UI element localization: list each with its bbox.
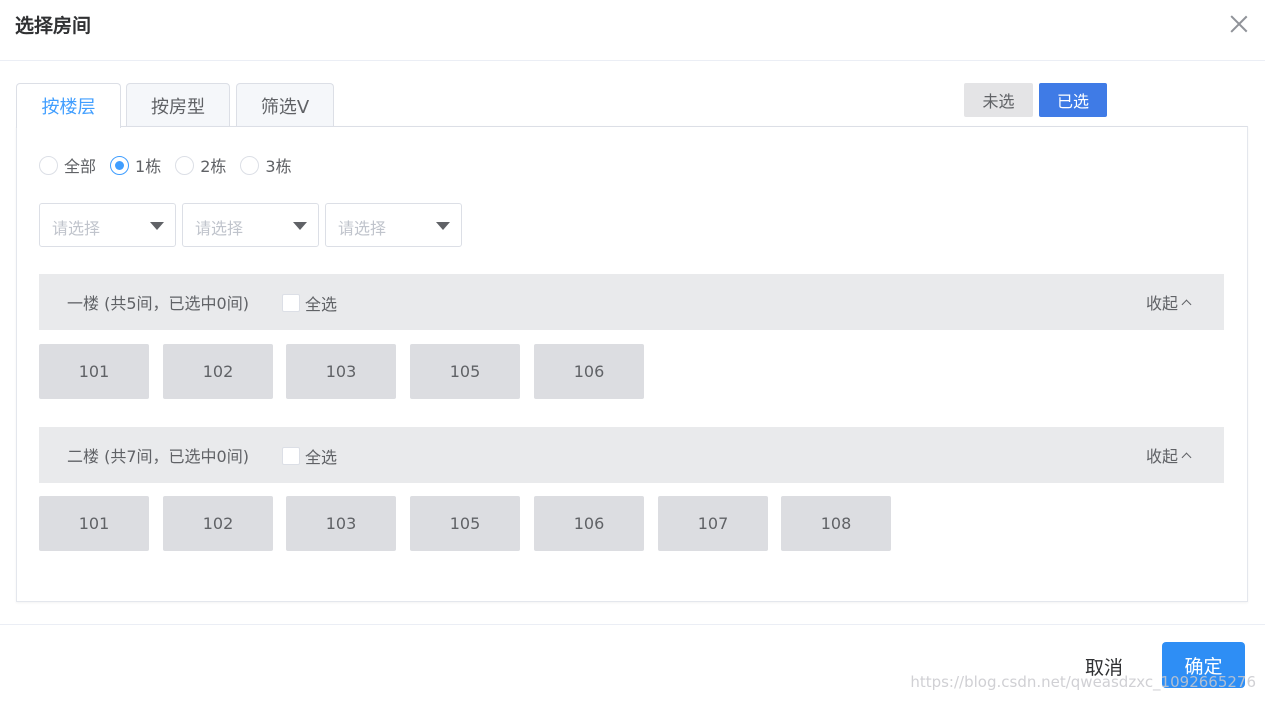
- radio-circle: [39, 155, 58, 175]
- room-button[interactable]: 107: [658, 496, 768, 551]
- select-dropdown-2[interactable]: 请选择: [182, 203, 319, 247]
- radio-label: 全部: [64, 157, 97, 176]
- tab-by-floor[interactable]: 按楼层: [16, 83, 121, 128]
- select-all-label: 全选: [305, 295, 338, 314]
- select-dropdown-3[interactable]: 请选择: [325, 203, 462, 247]
- room-button[interactable]: 105: [410, 496, 520, 551]
- collapse-toggle[interactable]: 收起: [1145, 290, 1192, 314]
- select-all-checkbox[interactable]: 全选: [282, 444, 337, 468]
- select-all-label: 全选: [305, 448, 338, 467]
- radio-building-2[interactable]: 2栋: [175, 153, 226, 177]
- select-placeholder: 请选择: [338, 219, 387, 238]
- radio-building-3[interactable]: 3栋: [240, 153, 292, 177]
- radio-label: 3栋: [265, 157, 292, 176]
- dialog-title: 选择房间: [15, 15, 92, 37]
- select-placeholder: 请选择: [195, 219, 244, 238]
- floor-header-1: 一楼 (共5间，已选中0间) 全选 收起: [39, 274, 1224, 330]
- checkbox-box: [282, 294, 300, 312]
- radio-circle-checked: [110, 155, 130, 175]
- room-button[interactable]: 108: [781, 496, 891, 551]
- room-button[interactable]: 103: [286, 496, 396, 551]
- radio-label: 2栋: [200, 157, 227, 176]
- dialog-header: 选择房间: [0, 0, 1265, 61]
- collapse-label: 收起: [1145, 294, 1178, 313]
- select-dropdown-1[interactable]: 请选择: [39, 203, 176, 247]
- floor-title: 二楼 (共7间，已选中0间): [67, 447, 249, 466]
- chevron-up-icon: [1181, 299, 1192, 309]
- floor-header-2: 二楼 (共7间，已选中0间) 全选 收起: [39, 427, 1224, 483]
- footer-divider: [0, 624, 1265, 625]
- collapse-toggle[interactable]: 收起: [1145, 443, 1192, 467]
- selected-toggle-button[interactable]: 已选: [1039, 83, 1107, 117]
- radio-all[interactable]: 全部: [39, 153, 96, 177]
- watermark: https://blog.csdn.net/qweasdzxc_10926652…: [910, 673, 1256, 691]
- caret-down-icon: [150, 222, 164, 230]
- room-button[interactable]: 103: [286, 344, 396, 399]
- select-all-checkbox[interactable]: 全选: [282, 291, 337, 315]
- select-placeholder: 请选择: [52, 219, 101, 238]
- radio-circle: [240, 155, 260, 175]
- room-button[interactable]: 105: [410, 344, 520, 399]
- collapse-label: 收起: [1145, 447, 1178, 466]
- room-button[interactable]: 102: [163, 496, 273, 551]
- room-button[interactable]: 106: [534, 344, 644, 399]
- radio-label: 1栋: [135, 157, 162, 176]
- radio-circle: [175, 155, 195, 175]
- room-button[interactable]: 102: [163, 344, 273, 399]
- close-icon[interactable]: [1229, 14, 1249, 34]
- tab-by-room-type[interactable]: 按房型: [126, 83, 230, 127]
- floor-title: 一楼 (共5间，已选中0间): [67, 294, 249, 313]
- tab-filter[interactable]: 筛选V: [236, 83, 334, 127]
- room-button[interactable]: 101: [39, 344, 149, 399]
- unselected-toggle-button[interactable]: 未选: [964, 83, 1033, 117]
- room-button[interactable]: 101: [39, 496, 149, 551]
- room-button[interactable]: 106: [534, 496, 644, 551]
- building-radio-group: 全部 1栋 2栋 3栋: [39, 153, 306, 177]
- checkbox-box: [282, 447, 300, 465]
- caret-down-icon: [436, 222, 450, 230]
- radio-building-1[interactable]: 1栋: [110, 153, 161, 177]
- caret-down-icon: [293, 222, 307, 230]
- chevron-up-icon: [1181, 452, 1192, 462]
